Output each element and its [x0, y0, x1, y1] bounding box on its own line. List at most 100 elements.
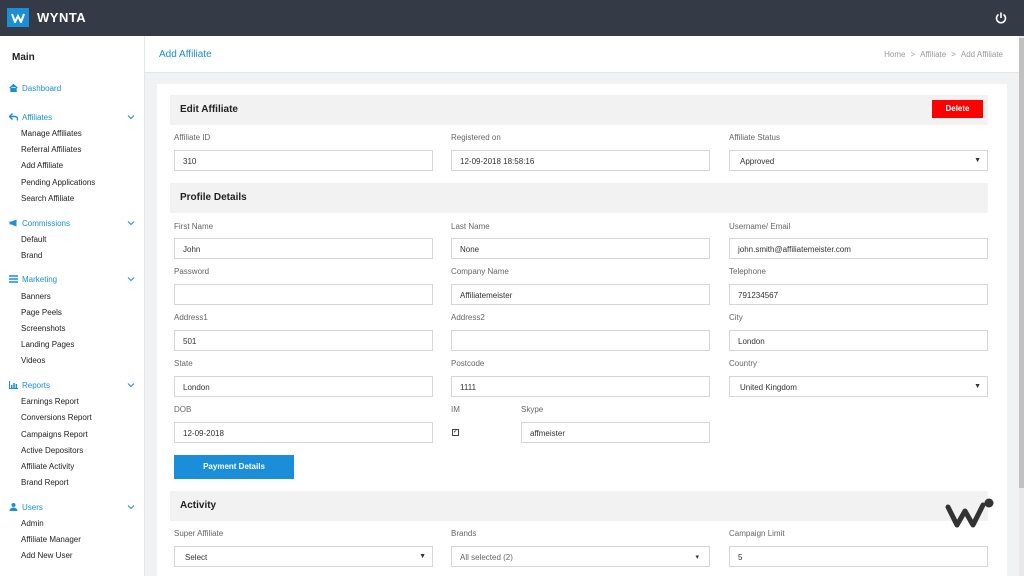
sidebar-item-manage-affiliates[interactable]: Manage Affiliates — [21, 129, 82, 138]
sidebar-item-add-new-user[interactable]: Add New User — [21, 551, 73, 560]
wynta-watermark-icon — [945, 497, 995, 529]
brands-label: Brands — [451, 529, 477, 538]
power-icon[interactable] — [994, 11, 1008, 25]
sidebar-item-banners[interactable]: Banners — [21, 292, 51, 301]
sidebar-title: Main — [12, 52, 35, 63]
sidebar-item-videos[interactable]: Videos — [21, 356, 45, 365]
telephone-field[interactable]: 791234567 — [729, 284, 988, 305]
dob-label: DOB — [174, 405, 192, 414]
campaign-limit-field[interactable]: 5 — [729, 546, 988, 567]
chevron-down-icon — [126, 112, 136, 122]
dob-field[interactable]: 12-09-2018 — [174, 422, 433, 443]
sidebar-item-search-affiliate[interactable]: Search Affiliate — [21, 194, 74, 203]
breadcrumb: Home > Affiliate > Add Affiliate — [884, 50, 1003, 59]
logo[interactable]: WYNTA — [7, 8, 86, 27]
brand-name: WYNTA — [37, 10, 87, 25]
profile-details-header: Profile Details — [170, 183, 988, 213]
registered-label: Registered on — [451, 133, 501, 142]
postcode-label: Postcode — [451, 359, 485, 368]
section-title: Edit Affiliate — [180, 104, 238, 115]
city-field[interactable]: London — [729, 330, 988, 351]
sidebar-section-users[interactable]: Users — [8, 502, 140, 512]
sidebar-item-active-depositors[interactable]: Active Depositors — [21, 446, 83, 455]
affiliate-id-label: Affiliate ID — [174, 133, 211, 142]
sidebar-item-default[interactable]: Default — [21, 235, 46, 244]
breadcrumb-affiliate[interactable]: Affiliate — [920, 50, 946, 59]
postcode-field[interactable]: 1111 — [451, 376, 710, 397]
im-checkbox[interactable]: ✓ — [452, 429, 459, 436]
super-affiliate-select[interactable]: Select ▼ — [174, 546, 433, 567]
status-label: Affiliate Status — [729, 133, 780, 142]
sidebar-item-affiliate-activity[interactable]: Affiliate Activity — [21, 462, 74, 471]
registered-field[interactable]: 12-09-2018 18:58:16 — [451, 150, 710, 171]
sidebar-item-add-affiliate[interactable]: Add Affiliate — [21, 161, 63, 170]
password-label: Password — [174, 267, 210, 276]
scrollbar-thumb[interactable] — [1019, 38, 1024, 488]
password-field[interactable] — [174, 284, 433, 305]
super-affiliate-label: Super Affiliate — [174, 529, 224, 538]
sidebar-item-brand[interactable]: Brand — [21, 251, 42, 260]
sidebar-section-affiliates[interactable]: Affiliates — [8, 112, 140, 122]
sidebar-section-label: Commissions — [22, 218, 71, 228]
super-affiliate-value: Select — [185, 553, 208, 562]
country-select[interactable]: United Kingdom ▼ — [729, 376, 988, 397]
content-header: Add Affiliate Home > Affiliate > Add Aff… — [145, 36, 1019, 73]
affiliate-id-field[interactable]: 310 — [174, 150, 433, 171]
breadcrumb-home[interactable]: Home — [884, 50, 905, 59]
sidebar-item-affiliate-manager[interactable]: Affiliate Manager — [21, 535, 81, 544]
sidebar-item-brand-report[interactable]: Brand Report — [21, 478, 69, 487]
telephone-label: Telephone — [729, 267, 766, 276]
breadcrumb-separator: > — [910, 50, 916, 59]
skype-label: Skype — [521, 405, 544, 414]
sidebar-item-dashboard[interactable]: Dashboard — [8, 83, 140, 93]
email-field[interactable]: john.smith@affiliatemeister.com — [729, 238, 988, 259]
edit-affiliate-header: Edit Affiliate — [170, 95, 988, 125]
sidebar-section-marketing[interactable]: Marketing — [8, 274, 140, 284]
sidebar-item-campaigns-report[interactable]: Campaigns Report — [21, 430, 88, 439]
payment-details-button[interactable]: Payment Details — [174, 455, 294, 479]
last-name-field[interactable]: None — [451, 238, 710, 259]
section-title: Activity — [180, 500, 217, 511]
status-select[interactable]: Approved ▼ — [729, 150, 988, 171]
sidebar-item-screenshots[interactable]: Screenshots — [21, 324, 65, 333]
skype-field[interactable]: affmeister — [521, 422, 710, 443]
list-icon — [8, 274, 18, 284]
city-label: City — [729, 313, 743, 322]
sidebar-item-pending-applications[interactable]: Pending Applications — [21, 178, 95, 187]
delete-button[interactable]: Delete — [932, 100, 983, 118]
megaphone-icon — [8, 218, 18, 228]
dropdown-arrow-icon: ▼ — [974, 157, 981, 164]
brands-multiselect[interactable]: All selected (2) ▾ — [451, 546, 710, 567]
sidebar-section-commissions[interactable]: Commissions — [8, 218, 140, 228]
sidebar-section-label: Users — [22, 502, 43, 512]
campaign-limit-label: Campaign Limit — [729, 529, 785, 538]
section-title: Profile Details — [180, 192, 247, 203]
chevron-down-icon — [126, 380, 136, 390]
chevron-down-icon — [126, 274, 136, 284]
sidebar-item-earnings-report[interactable]: Earnings Report — [21, 397, 79, 406]
address1-field[interactable]: 501 — [174, 330, 433, 351]
address1-label: Address1 — [174, 313, 208, 322]
sidebar-item-admin[interactable]: Admin — [21, 519, 44, 528]
sidebar-item-conversions-report[interactable]: Conversions Report — [21, 413, 92, 422]
first-name-label: First Name — [174, 222, 214, 231]
dropdown-arrow-icon: ▼ — [974, 383, 981, 390]
dropdown-arrow-icon: ▼ — [419, 553, 426, 560]
state-field[interactable]: London — [174, 376, 433, 397]
sidebar-item-label: Dashboard — [22, 83, 62, 93]
country-label: Country — [729, 359, 758, 368]
sidebar-item-referral-affiliates[interactable]: Referral Affiliates — [21, 145, 81, 154]
company-label: Company Name — [451, 267, 509, 276]
first-name-field[interactable]: John — [174, 238, 433, 259]
last-name-label: Last Name — [451, 222, 490, 231]
company-field[interactable]: Affiliatemeister — [451, 284, 710, 305]
sidebar-item-page-peels[interactable]: Page Peels — [21, 308, 62, 317]
sidebar-section-reports[interactable]: Reports — [8, 380, 140, 390]
address2-field[interactable] — [451, 330, 710, 351]
reply-arrow-icon — [8, 112, 18, 122]
bar-chart-icon — [8, 380, 18, 390]
country-value: United Kingdom — [740, 383, 797, 392]
breadcrumb-separator: > — [951, 50, 956, 59]
sidebar-section-label: Affiliates — [22, 112, 53, 122]
sidebar-item-landing-pages[interactable]: Landing Pages — [21, 340, 74, 349]
